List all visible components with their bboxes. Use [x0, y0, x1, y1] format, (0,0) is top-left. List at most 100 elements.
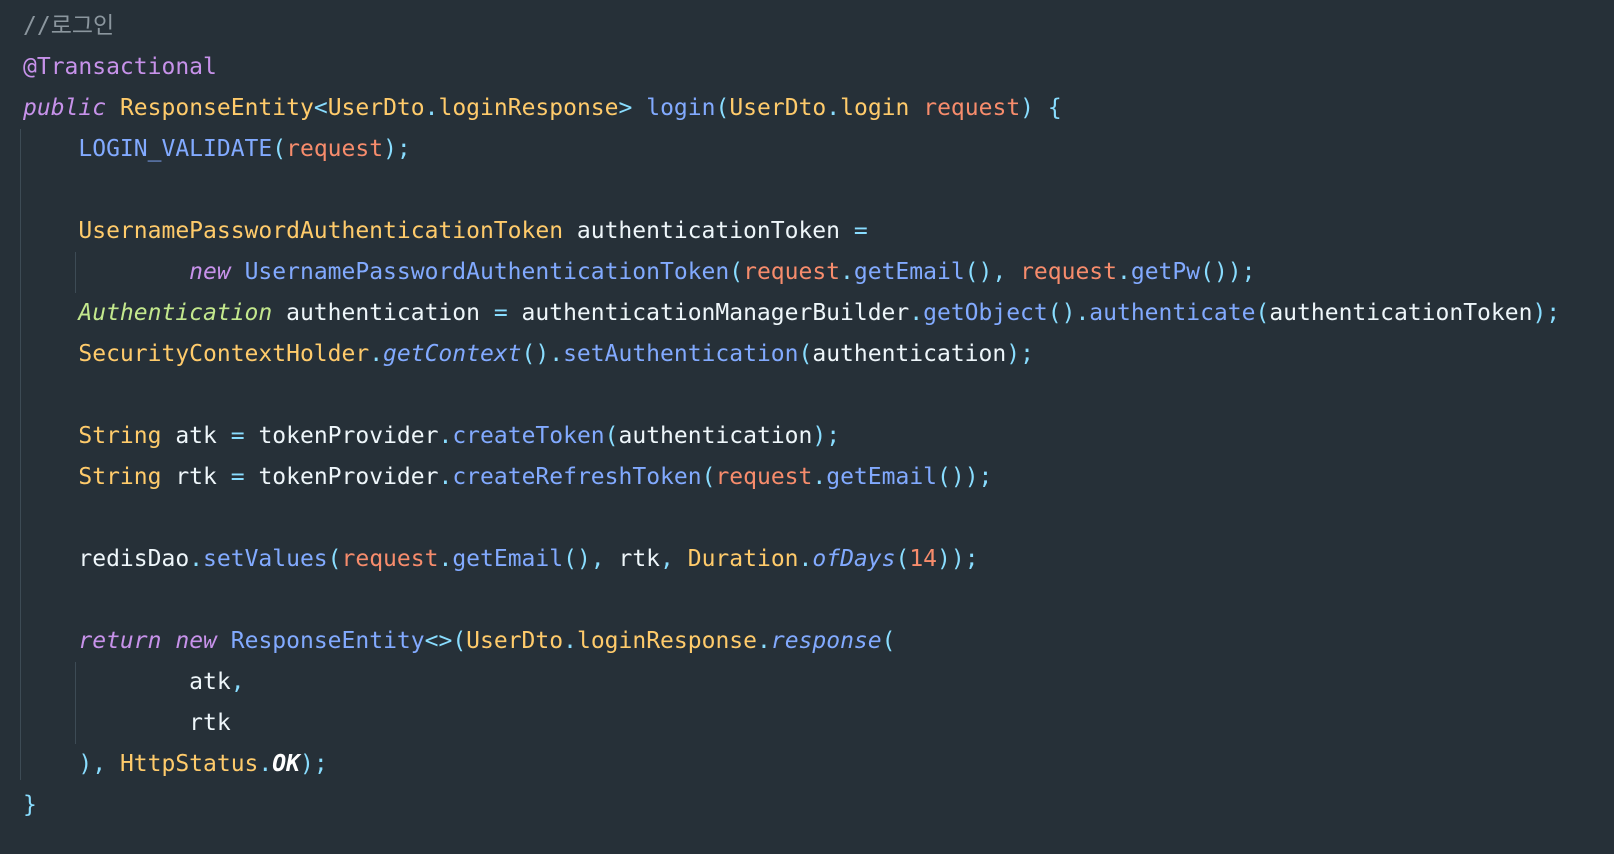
code-token: . [909, 300, 924, 326]
code-token: . [840, 259, 854, 285]
code-token: . [438, 546, 453, 572]
code-token: ) { [1020, 95, 1062, 121]
code-line[interactable]: @Transactional [23, 47, 1560, 88]
code-token: ( [881, 628, 896, 654]
code-token: rtk [189, 710, 231, 736]
code-token: public [23, 95, 107, 121]
code-token: Authentication [78, 300, 273, 326]
code-line[interactable]: rtk [23, 703, 1560, 744]
code-token: loginResponse [438, 95, 619, 121]
code-token: getContext [383, 341, 522, 367]
code-line[interactable]: Authentication authentication = authenti… [23, 293, 1560, 334]
code-line[interactable]: String rtk = tokenProvider.createRefresh… [23, 457, 1560, 498]
code-token: response [770, 628, 882, 654]
code-line[interactable]: return new ResponseEntity<>(UserDto.logi… [23, 621, 1560, 662]
code-token: tokenProvider [244, 464, 439, 490]
code-token: atk [161, 423, 231, 449]
code-line[interactable]: String atk = tokenProvider.createToken(a… [23, 416, 1560, 457]
code-token: . [438, 464, 453, 490]
code-token: . [812, 464, 827, 490]
code-line[interactable]: redisDao.setValues(request.getEmail(), r… [23, 539, 1560, 580]
code-token: ( [729, 259, 744, 285]
code-token: (). [521, 341, 564, 367]
code-token: . [369, 341, 384, 367]
code-token: . [826, 95, 841, 121]
code-line[interactable] [23, 375, 1560, 416]
code-editor[interactable]: //로그인 @Transactional public ResponseEntity… [0, 0, 1614, 854]
code-token: ); [299, 751, 328, 777]
code-line[interactable] [23, 498, 1560, 539]
code-token: (), [563, 546, 619, 572]
code-token: SecurityContextHolder [78, 341, 370, 367]
code-token: request [286, 136, 384, 162]
code-line[interactable] [23, 170, 1560, 211]
code-line[interactable]: SecurityContextHolder.getContext().setAu… [23, 334, 1560, 375]
code-token: > [618, 95, 633, 121]
code-token: UsernamePasswordAuthenticationToken [244, 259, 730, 285]
code-token: 14 [909, 546, 938, 572]
code-token: )); [937, 546, 979, 572]
code-token: = [230, 423, 245, 449]
code-token: tokenProvider [244, 423, 439, 449]
code-token: request [743, 259, 841, 285]
code-line[interactable]: new UsernamePasswordAuthenticationToken(… [23, 252, 1560, 293]
code-token: (). [1047, 300, 1090, 326]
code-token: authentication [812, 341, 1007, 367]
code-token: createToken [452, 423, 605, 449]
code-line[interactable]: //로그인 [23, 6, 1560, 47]
code-token: . [1117, 259, 1131, 285]
code-line[interactable]: atk, [23, 662, 1560, 703]
code-token: authenticationToken [563, 218, 854, 244]
code-token: @Transactional [23, 54, 217, 80]
code-line[interactable]: UsernamePasswordAuthenticationToken auth… [23, 211, 1560, 252]
code-token: OK [272, 751, 300, 777]
code-token: ( [701, 464, 716, 490]
code-token: ()); [1200, 259, 1256, 285]
code-token: UserDto [729, 95, 827, 121]
code-token: . [756, 628, 771, 654]
code-token: ( [798, 341, 813, 367]
code-token: //로그인 [23, 13, 115, 39]
code-token: return [78, 628, 162, 654]
code-token: ResponseEntity [230, 628, 425, 654]
code-token: = [853, 218, 868, 244]
code-token: ), [78, 751, 120, 777]
code-content[interactable]: //로그인 @Transactional public ResponseEntity… [23, 6, 1560, 826]
code-token: UserDto [466, 628, 564, 654]
code-token: . [798, 546, 813, 572]
code-token: new [175, 628, 217, 654]
code-token: } [23, 792, 37, 818]
code-token: login [646, 95, 716, 121]
code-line[interactable]: ), HttpStatus.OK); [23, 744, 1560, 785]
code-token: getEmail [853, 259, 965, 285]
code-token: rtk [618, 546, 661, 572]
code-line[interactable]: } [23, 785, 1560, 826]
code-token: getEmail [826, 464, 938, 490]
code-token: <>( [424, 628, 467, 654]
code-token: = [493, 300, 508, 326]
code-token: redisDao [78, 546, 190, 572]
code-token: request [1020, 259, 1117, 285]
code-token: getObject [923, 300, 1048, 326]
code-line[interactable]: public ResponseEntity<UserDto.loginRespo… [23, 88, 1560, 129]
code-token: ( [272, 136, 287, 162]
code-line[interactable] [23, 580, 1560, 621]
code-token: login [840, 95, 910, 121]
code-token: ( [715, 95, 730, 121]
code-token: . [563, 628, 577, 654]
code-token: getPw [1130, 259, 1201, 285]
code-token: authenticate [1089, 300, 1256, 326]
code-line[interactable]: LOGIN_VALIDATE(request); [23, 129, 1560, 170]
